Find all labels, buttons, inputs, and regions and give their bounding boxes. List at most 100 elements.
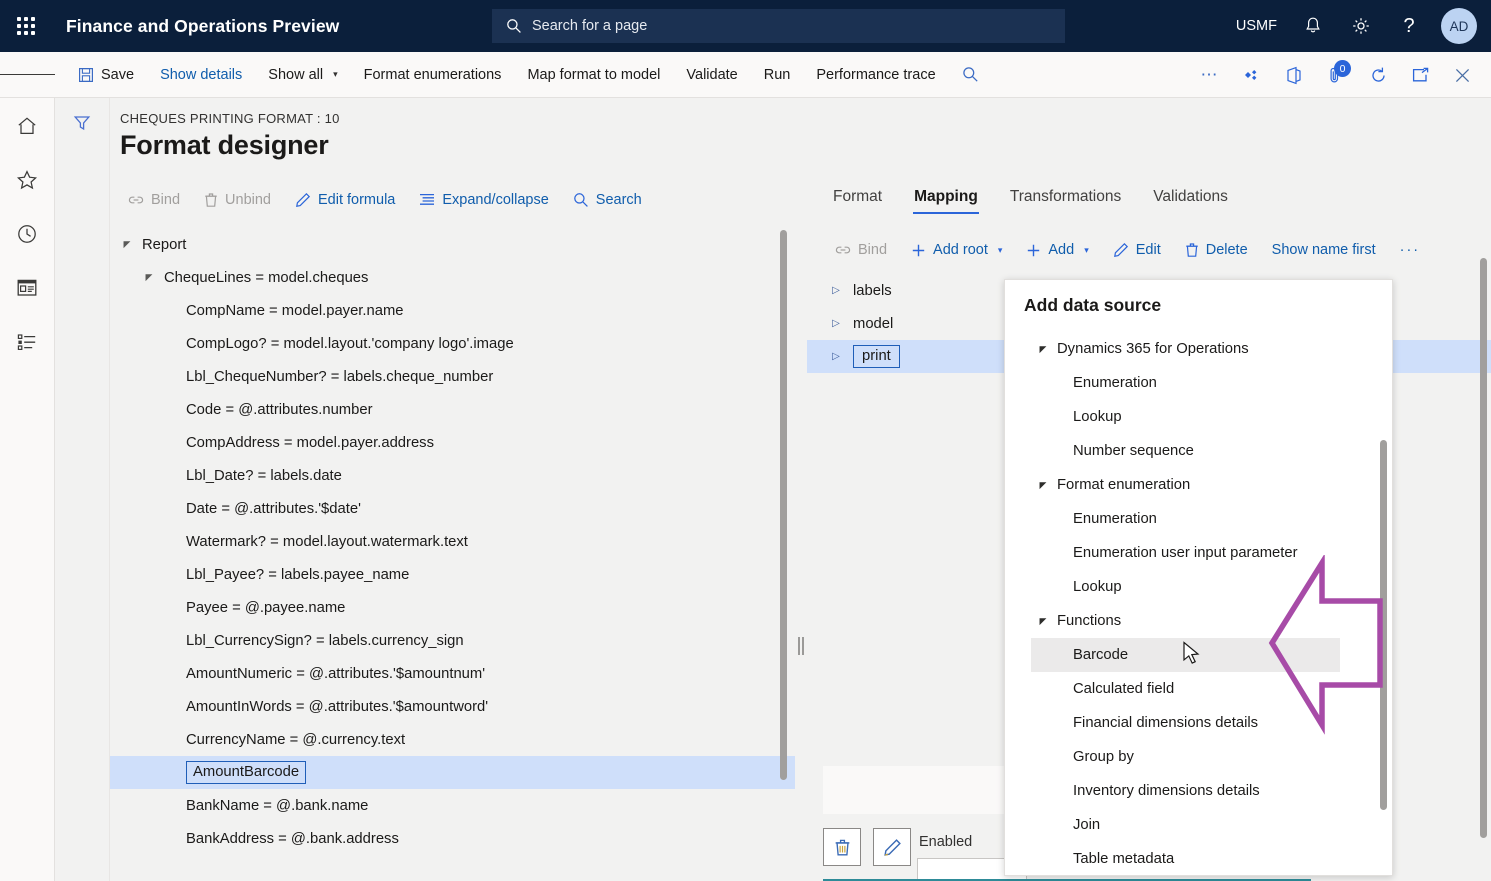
format-tree-row[interactable]: AmountInWords = @.attributes.'$amountwor…	[110, 690, 795, 723]
filter-funnel-icon[interactable]	[62, 106, 102, 140]
attachments-icon[interactable]: 0	[1315, 52, 1357, 98]
expand-collapse-twisty-icon[interactable]: ◤	[142, 272, 156, 283]
show-name-first-button[interactable]: Show name first	[1260, 232, 1388, 268]
data-source-option[interactable]: ◤ Dynamics 365 for Operations	[1005, 332, 1392, 366]
format-tree-row[interactable]: Lbl_Date? = labels.date	[110, 459, 795, 492]
data-source-option[interactable]: Number sequence	[1005, 434, 1392, 468]
refresh-icon[interactable]	[1357, 52, 1399, 98]
tab-mapping[interactable]: Mapping	[898, 182, 994, 216]
avatar[interactable]: AD	[1441, 8, 1477, 44]
format-tree-row[interactable]: Lbl_ChequeNumber? = labels.cheque_number	[110, 360, 795, 393]
edit-formula-button[interactable]: Edit formula	[283, 182, 407, 218]
format-tree-row[interactable]: BankAddress = @.bank.address	[110, 822, 795, 855]
expand-collapse-twisty-icon[interactable]: ◤	[1035, 344, 1051, 355]
notifications-icon[interactable]	[1289, 0, 1337, 52]
pane-splitter[interactable]	[795, 182, 807, 881]
share-icon[interactable]	[1231, 52, 1273, 98]
mapping-bind-button[interactable]: Bind	[823, 232, 899, 268]
save-button[interactable]: Save	[65, 52, 147, 98]
add-data-source-list[interactable]: ◤ Dynamics 365 for Operations Enumeration L…	[1005, 332, 1392, 875]
unbind-button[interactable]: Unbind	[192, 182, 283, 218]
format-tree-row[interactable]: CompName = model.payer.name	[110, 294, 795, 327]
data-source-option[interactable]: Lookup	[1005, 570, 1392, 604]
expand-collapse-button[interactable]: Expand/collapse	[407, 182, 560, 218]
add-root-button[interactable]: Add root ▾	[899, 232, 1014, 268]
tab-transformations[interactable]: Transformations	[994, 182, 1137, 216]
format-enumerations-button[interactable]: Format enumerations	[351, 52, 515, 98]
breadcrumb: CHEQUES PRINTING FORMAT : 10	[120, 111, 340, 126]
format-tree[interactable]: ◤ Report ◤ ChequeLines = model.cheques CompN…	[110, 228, 795, 881]
format-tree-row[interactable]: Lbl_CurrencySign? = labels.currency_sign	[110, 624, 795, 657]
format-tree-row[interactable]: Lbl_Payee? = labels.payee_name	[110, 558, 795, 591]
overflow-ellipsis-icon[interactable]: ⋯	[1189, 52, 1231, 98]
data-source-option[interactable]: Inventory dimensions details	[1005, 774, 1392, 808]
format-tree-row[interactable]: ◤ Report	[110, 228, 795, 261]
edit-button[interactable]: Edit	[1101, 232, 1173, 268]
company-selector[interactable]: USMF	[1224, 0, 1289, 52]
enabled-label: Enabled	[919, 834, 973, 850]
format-tree-row[interactable]: ◤ ChequeLines = model.cheques	[110, 261, 795, 294]
format-tree-row[interactable]: Date = @.attributes.'$date'	[110, 492, 795, 525]
recent-clock-icon[interactable]	[7, 214, 47, 254]
format-tree-row[interactable]: CurrencyName = @.currency.text	[110, 723, 795, 756]
data-source-option[interactable]: Group by	[1005, 740, 1392, 774]
format-tree-row[interactable]: AmountBarcode	[110, 756, 795, 789]
format-tree-row[interactable]: CompLogo? = model.layout.'company logo'.…	[110, 327, 795, 360]
favorites-star-icon[interactable]	[7, 160, 47, 200]
data-source-option[interactable]: Barcode	[1005, 638, 1392, 672]
data-source-option[interactable]: Table metadata	[1005, 842, 1392, 875]
hamburger-menu-icon[interactable]	[0, 52, 55, 98]
format-tree-row[interactable]: Code = @.attributes.number	[110, 393, 795, 426]
expand-twisty-icon[interactable]: ▷	[825, 318, 847, 329]
home-icon[interactable]	[7, 106, 47, 146]
command-bar-search-button[interactable]	[949, 52, 992, 98]
tree-search-button[interactable]: Search	[561, 182, 654, 218]
search-input[interactable]: Search for a page	[492, 9, 1065, 43]
tab-validations[interactable]: Validations	[1137, 182, 1244, 216]
expand-collapse-twisty-icon[interactable]: ◤	[120, 239, 134, 250]
settings-icon[interactable]	[1337, 0, 1385, 52]
detail-delete-button[interactable]	[823, 828, 861, 866]
format-tree-row[interactable]: AmountNumeric = @.attributes.'$amountnum…	[110, 657, 795, 690]
office-app-icon[interactable]	[1273, 52, 1315, 98]
data-source-option[interactable]: Lookup	[1005, 400, 1392, 434]
bind-button[interactable]: Bind	[116, 182, 192, 218]
add-button[interactable]: Add ▾	[1014, 232, 1100, 268]
expand-collapse-twisty-icon[interactable]: ◤	[1035, 616, 1051, 627]
performance-trace-button[interactable]: Performance trace	[803, 52, 948, 98]
format-tree-row[interactable]: BankName = @.bank.name	[110, 789, 795, 822]
data-source-option[interactable]: ◤ Functions	[1005, 604, 1392, 638]
data-source-option[interactable]: Enumeration user input parameter	[1005, 536, 1392, 570]
format-tree-row[interactable]: Payee = @.payee.name	[110, 591, 795, 624]
show-all-dropdown[interactable]: Show all ▾	[255, 52, 350, 98]
data-source-option[interactable]: Financial dimensions details	[1005, 706, 1392, 740]
show-details-button[interactable]: Show details	[147, 52, 255, 98]
format-tree-row[interactable]: CompAddress = model.payer.address	[110, 426, 795, 459]
data-source-option[interactable]: Join	[1005, 808, 1392, 842]
map-format-to-model-button[interactable]: Map format to model	[514, 52, 673, 98]
workspaces-icon[interactable]	[7, 268, 47, 308]
detail-edit-button[interactable]	[873, 828, 911, 866]
expand-collapse-twisty-icon[interactable]: ◤	[1035, 480, 1051, 491]
validate-button[interactable]: Validate	[673, 52, 750, 98]
mapping-overflow-button[interactable]: ···	[1388, 232, 1433, 268]
page-scrollbar[interactable]	[1480, 258, 1487, 838]
expand-twisty-icon[interactable]: ▷	[825, 285, 847, 296]
run-button[interactable]: Run	[751, 52, 804, 98]
dropdown-scrollbar[interactable]	[1380, 440, 1387, 810]
data-source-option[interactable]: Calculated field	[1005, 672, 1392, 706]
app-launcher-icon[interactable]	[0, 0, 52, 52]
modules-list-icon[interactable]	[7, 322, 47, 362]
data-source-option[interactable]: Enumeration	[1005, 366, 1392, 400]
tab-format[interactable]: Format	[817, 182, 898, 216]
close-icon[interactable]	[1441, 52, 1483, 98]
format-tree-scrollbar[interactable]	[780, 230, 787, 780]
popout-icon[interactable]	[1399, 52, 1441, 98]
delete-button[interactable]: Delete	[1173, 232, 1260, 268]
data-source-option[interactable]: Enumeration	[1005, 502, 1392, 536]
mapping-toolbar: Bind Add root ▾ Add ▾ Edit Delete Show n…	[823, 232, 1432, 268]
expand-twisty-icon[interactable]: ▷	[825, 351, 847, 362]
help-icon[interactable]: ?	[1385, 0, 1433, 52]
data-source-option[interactable]: ◤ Format enumeration	[1005, 468, 1392, 502]
format-tree-row[interactable]: Watermark? = model.layout.watermark.text	[110, 525, 795, 558]
